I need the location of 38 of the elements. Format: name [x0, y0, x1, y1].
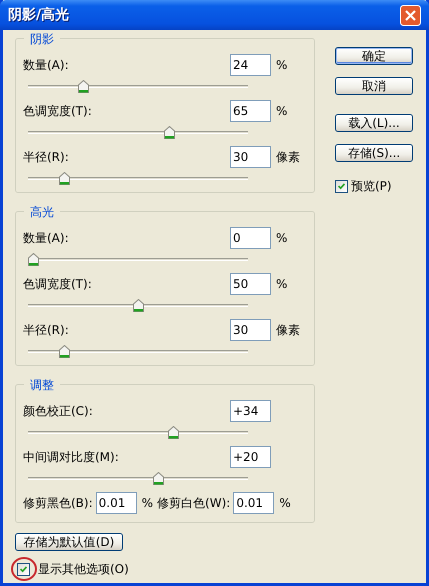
- field-label: 中间调对比度(M):: [23, 448, 119, 466]
- field-label: 修剪白色(W):: [157, 494, 230, 512]
- unit-label: %: [275, 104, 288, 118]
- group-title: 高光: [24, 204, 60, 221]
- window-title: 阴影/高光: [8, 6, 70, 24]
- unit-label: %: [275, 58, 288, 72]
- field-label: 数量(A):: [23, 230, 69, 246]
- input-field[interactable]: 24: [230, 54, 271, 76]
- dialog-button[interactable]: 确定: [335, 47, 413, 65]
- field-label: 色调宽度(T):: [23, 276, 92, 292]
- field-label: 数量(A):: [23, 56, 69, 74]
- field-label: 半径(R):: [23, 148, 69, 166]
- input-field[interactable]: 65: [230, 100, 271, 122]
- field-label: 修剪黑色(B):: [23, 494, 93, 512]
- checkbox-label[interactable]: 显示其他选项(O): [38, 561, 129, 578]
- input-field[interactable]: 30: [230, 146, 271, 168]
- input-field[interactable]: 50: [230, 273, 271, 295]
- input-field[interactable]: +20: [230, 446, 271, 468]
- save-default-button[interactable]: 存储为默认值(D): [15, 533, 123, 551]
- input-field[interactable]: 30: [230, 319, 271, 341]
- field-label: 色调宽度(T):: [23, 102, 92, 120]
- checkbox-label[interactable]: 预览(P): [351, 178, 392, 195]
- input-field[interactable]: 0: [230, 227, 271, 249]
- field-label: 半径(R):: [23, 322, 69, 338]
- unit-label: 像素: [275, 322, 301, 338]
- unit-label: %: [275, 277, 288, 291]
- input-field[interactable]: +34: [230, 400, 271, 422]
- dialog-button[interactable]: 存储(S)...: [335, 144, 413, 162]
- unit-label: %: [278, 496, 292, 510]
- group-title: 阴影: [24, 31, 60, 48]
- dialog-button[interactable]: 取消: [335, 77, 413, 95]
- unit-label: 像素: [275, 148, 301, 166]
- unit-label: %: [275, 231, 288, 245]
- input-field[interactable]: 0.01: [96, 492, 137, 514]
- dialog-button[interactable]: 载入(L)...: [335, 114, 413, 132]
- field-label: 颜色校正(C):: [23, 402, 93, 420]
- input-field[interactable]: 0.01: [233, 492, 274, 514]
- unit-label: %: [140, 496, 154, 510]
